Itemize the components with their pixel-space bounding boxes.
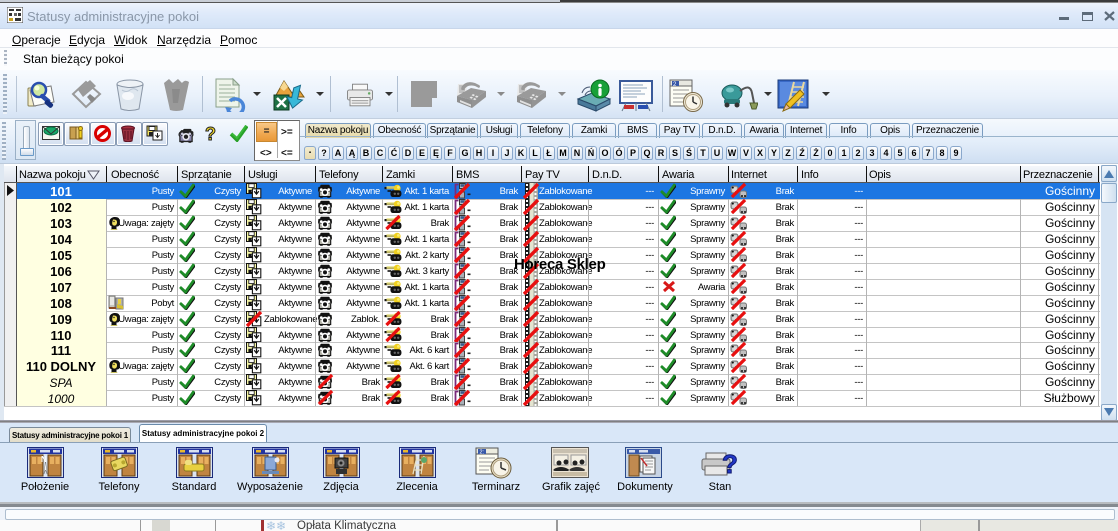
svg-text:N: N	[41, 455, 47, 464]
svg-text:?: ?	[722, 449, 738, 479]
svg-text:2:: 2:	[480, 450, 485, 456]
